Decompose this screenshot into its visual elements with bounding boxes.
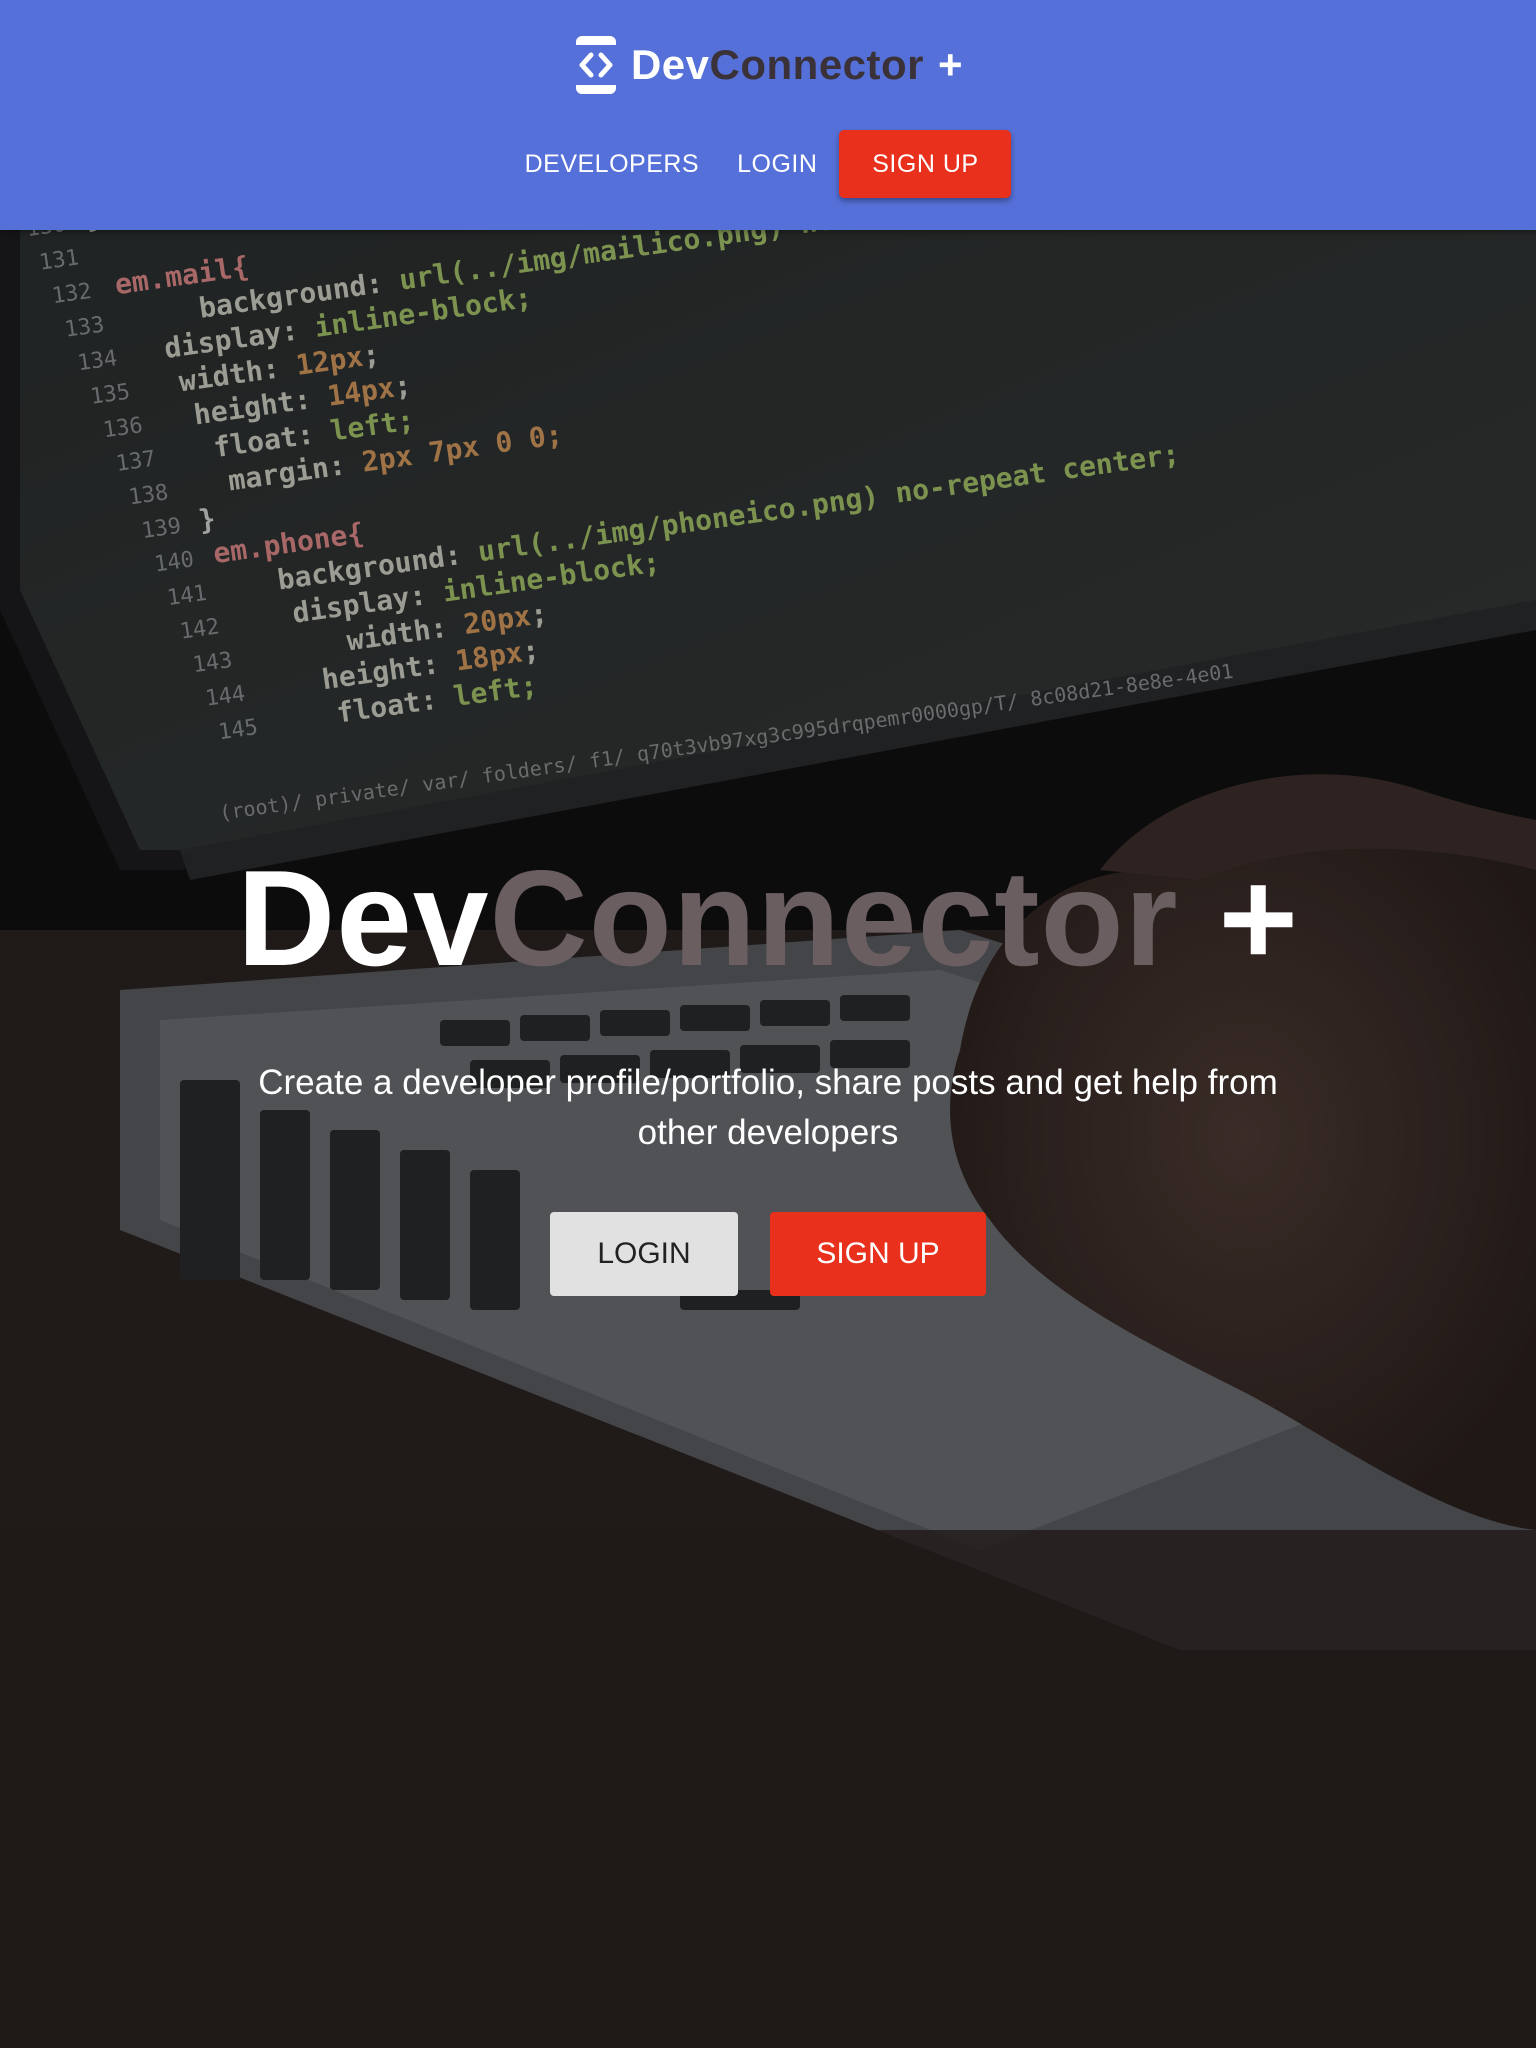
hero-login-button[interactable]: LOGIN [550,1212,738,1296]
nav-login-link[interactable]: LOGIN [737,150,817,179]
hero-lead-text: Create a developer profile/portfolio, sh… [258,1063,1278,1152]
nav-signup-button[interactable]: SIGN UP [839,130,1012,198]
code-device-icon [573,33,619,97]
navbar: DevConnector + DEVELOPERS LOGIN SIGN UP [0,0,1536,230]
brand-name: DevConnector + [630,41,964,88]
hero-title: DevConnector + [237,842,1299,994]
hero-signup-button[interactable]: SIGN UP [770,1212,986,1296]
nav-links: DEVELOPERS LOGIN SIGN UP [0,130,1536,198]
brand-logo[interactable]: DevConnector + [0,30,1536,100]
nav-developers-link[interactable]: DEVELOPERS [525,150,700,179]
hero-section: 130 131 132 133 134 135 136 137 138 139 … [0,230,1536,2048]
hero-buttons: LOGIN SIGN UP [0,1212,1536,1296]
